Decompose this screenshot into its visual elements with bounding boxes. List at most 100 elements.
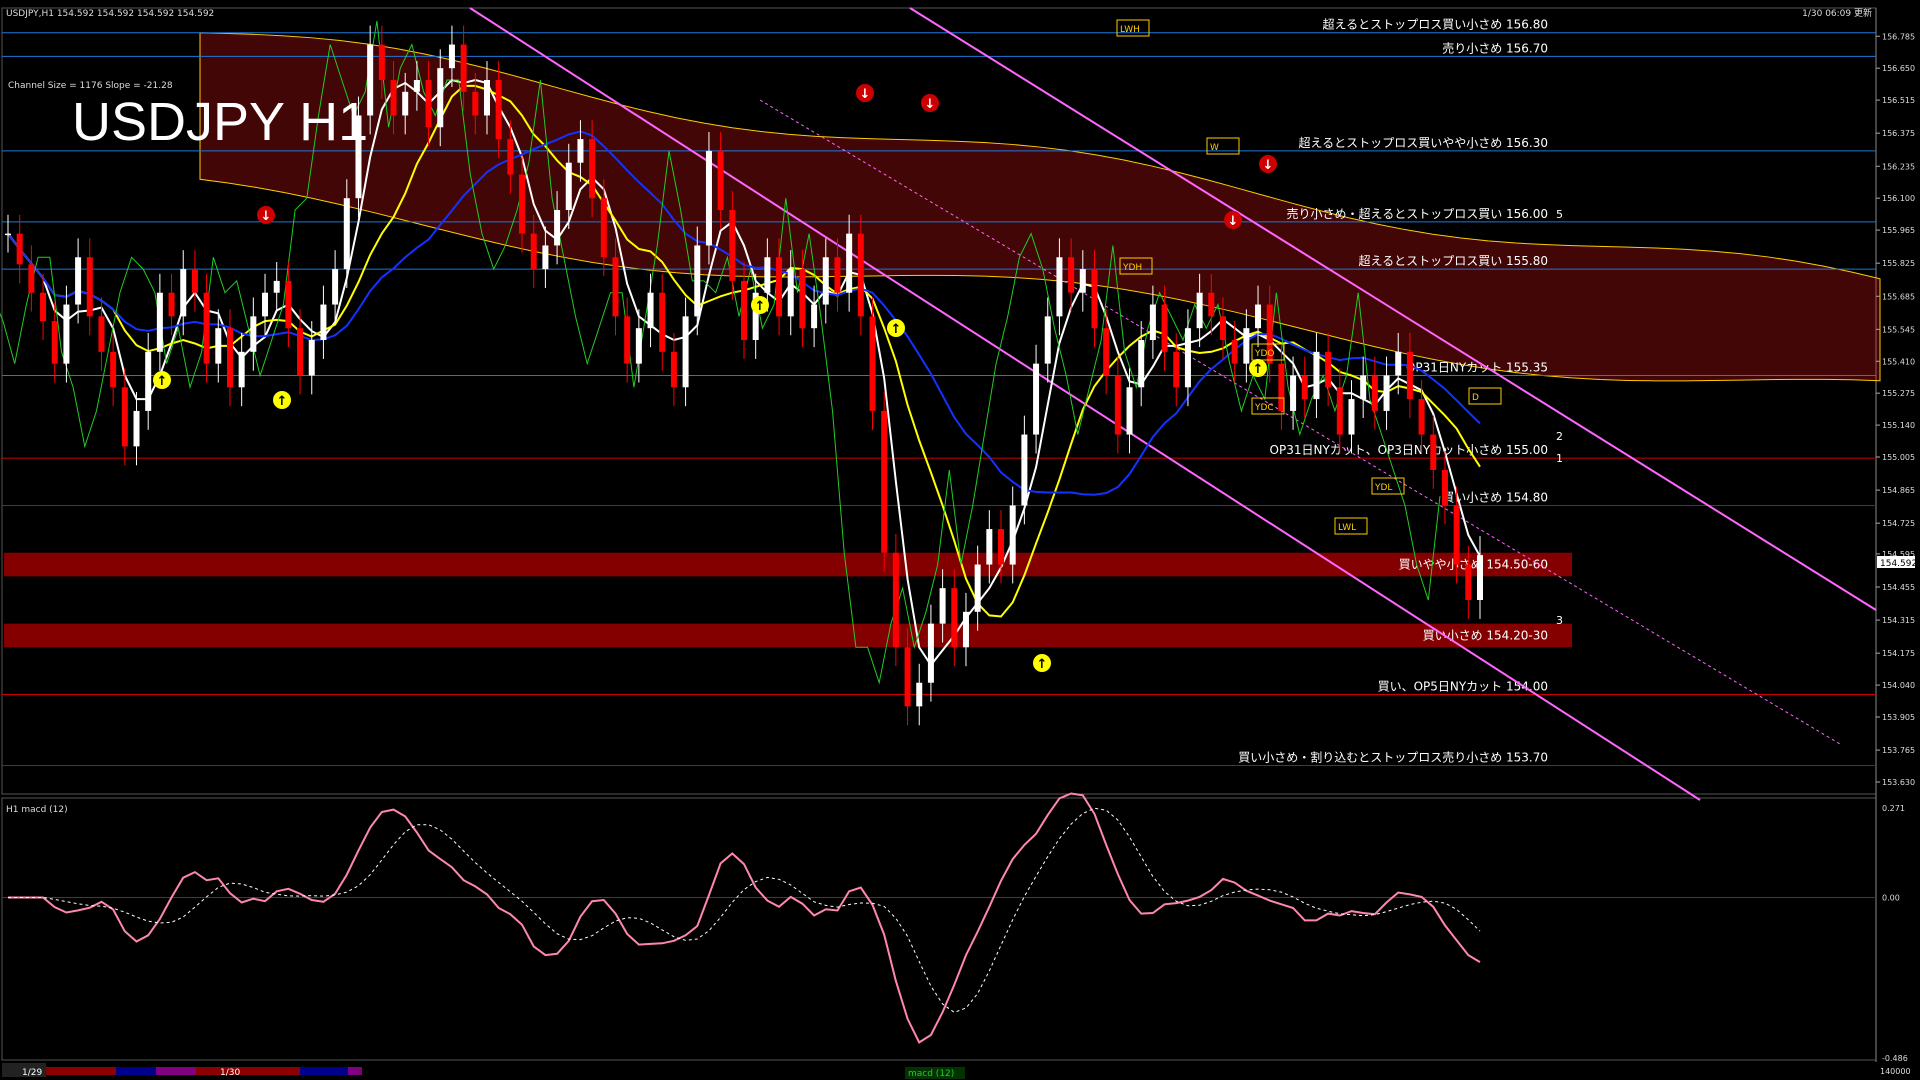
candle-body bbox=[308, 340, 315, 376]
candle-body bbox=[624, 316, 631, 364]
candle-body bbox=[121, 387, 128, 447]
candle-body bbox=[822, 257, 829, 305]
price-tick-label: 156.100 bbox=[1882, 194, 1915, 203]
candle-body bbox=[1383, 375, 1390, 411]
pivot-box-label: LWL bbox=[1338, 523, 1356, 533]
candle-body bbox=[180, 269, 187, 317]
date-label-129: 1/29 bbox=[22, 1068, 42, 1078]
timestamp: 1/30 06:09 更新 bbox=[1802, 7, 1872, 19]
candle-body bbox=[1336, 387, 1343, 435]
candle-body bbox=[670, 351, 677, 388]
candle-body bbox=[495, 80, 502, 140]
candle-body bbox=[191, 269, 198, 293]
pivot-box-label: YDL bbox=[1374, 483, 1392, 493]
candle-body bbox=[1325, 351, 1332, 388]
candle-body bbox=[110, 351, 117, 388]
candle-body bbox=[1278, 363, 1285, 411]
channel-info: Channel Size = 1176 Slope = -21.28 bbox=[8, 81, 173, 91]
candle-body bbox=[1138, 340, 1145, 388]
candle-body bbox=[1441, 470, 1448, 506]
candle-body bbox=[40, 292, 47, 322]
pivot-box-label: YDH bbox=[1122, 263, 1142, 273]
candle-body bbox=[483, 80, 490, 116]
pivot-box-label: W bbox=[1210, 143, 1219, 153]
wave-label: 3 bbox=[1556, 614, 1563, 627]
candle-body bbox=[1453, 505, 1460, 565]
candle-body bbox=[974, 564, 981, 612]
candle-body bbox=[986, 529, 993, 565]
candle-body bbox=[1313, 351, 1320, 400]
price-tick-label: 155.825 bbox=[1882, 259, 1915, 268]
candle-body bbox=[1056, 257, 1063, 317]
price-tick-label: 155.140 bbox=[1882, 421, 1915, 430]
candle-body bbox=[904, 647, 911, 707]
candle-body bbox=[425, 80, 432, 128]
candle-body bbox=[565, 162, 572, 210]
candle-body bbox=[892, 552, 899, 648]
price-tick-label: 155.275 bbox=[1882, 389, 1915, 398]
candle-body bbox=[741, 280, 747, 340]
candle-body bbox=[1219, 316, 1226, 340]
zone-label: 買いやや小さめ 154.50-60 bbox=[1399, 558, 1548, 572]
candle-body bbox=[834, 257, 841, 293]
level-label: 超えるとストップロス買いやや小さめ 156.30 bbox=[1299, 135, 1548, 150]
candle-body bbox=[811, 304, 818, 329]
candle-body bbox=[1395, 351, 1402, 376]
candle-body bbox=[5, 233, 11, 236]
candle-body bbox=[1114, 375, 1121, 435]
candle-body bbox=[320, 304, 327, 340]
candle-body bbox=[378, 44, 385, 80]
price-tick-label: 156.375 bbox=[1882, 129, 1915, 138]
candle-body bbox=[694, 245, 701, 317]
up-arrow-glyph: ↑ bbox=[755, 299, 766, 314]
candle-body bbox=[939, 588, 946, 624]
candle-body bbox=[75, 257, 82, 305]
candle-body bbox=[729, 210, 736, 281]
candle-body bbox=[612, 257, 619, 317]
pivot-box-label: D bbox=[1472, 393, 1479, 403]
candle-body bbox=[659, 292, 666, 352]
candle-body bbox=[1103, 328, 1110, 376]
candle-body bbox=[1091, 269, 1098, 329]
candle-body bbox=[390, 80, 397, 116]
price-tick-label: 154.865 bbox=[1882, 486, 1915, 495]
down-arrow-glyph: ↓ bbox=[925, 97, 936, 112]
candle-body bbox=[1161, 304, 1168, 352]
zone-label: 買い小さめ 154.20-30 bbox=[1423, 629, 1548, 643]
candle-body bbox=[472, 91, 479, 116]
up-arrow-glyph: ↑ bbox=[1253, 362, 1264, 377]
candle-body bbox=[1430, 434, 1437, 470]
bottom-axis-value: 140000 bbox=[1880, 1067, 1911, 1076]
candle-body bbox=[1079, 269, 1086, 293]
candle-body bbox=[799, 269, 806, 329]
up-arrow-glyph: ↑ bbox=[277, 394, 288, 409]
candle-body bbox=[881, 410, 888, 553]
zone-band bbox=[4, 623, 1572, 648]
candle-body bbox=[98, 316, 105, 352]
zone-band bbox=[4, 552, 1572, 577]
date-label-130: 1/30 bbox=[220, 1068, 240, 1078]
price-tick-label: 153.765 bbox=[1882, 746, 1915, 755]
candle-body bbox=[28, 264, 35, 293]
footer-indicator-label: macd (12) bbox=[908, 1069, 954, 1079]
price-tick-label: 153.630 bbox=[1882, 778, 1915, 787]
candle-body bbox=[86, 257, 93, 317]
level-label: 売り小さめ・超えるとストップロス買い 156.00 bbox=[1287, 206, 1548, 221]
price-tick-label: 155.965 bbox=[1882, 226, 1915, 235]
candle-body bbox=[1173, 351, 1180, 388]
candle-body bbox=[460, 44, 467, 92]
candle-body bbox=[787, 269, 794, 317]
candle-body bbox=[1208, 292, 1215, 317]
current-price-label: 154.592 bbox=[1880, 559, 1917, 569]
pivot-box-label: YDC bbox=[1254, 403, 1274, 413]
candle-body bbox=[1033, 363, 1040, 435]
candle-body bbox=[203, 292, 210, 364]
candle-body bbox=[250, 316, 257, 352]
candle-body bbox=[577, 139, 584, 163]
candle-body bbox=[16, 233, 23, 265]
pivot-box-label: YDO bbox=[1254, 349, 1275, 359]
candle-body bbox=[262, 292, 269, 317]
candle-body bbox=[927, 623, 934, 683]
down-arrow-glyph: ↓ bbox=[1228, 214, 1239, 229]
price-tick-label: 155.005 bbox=[1882, 453, 1915, 462]
